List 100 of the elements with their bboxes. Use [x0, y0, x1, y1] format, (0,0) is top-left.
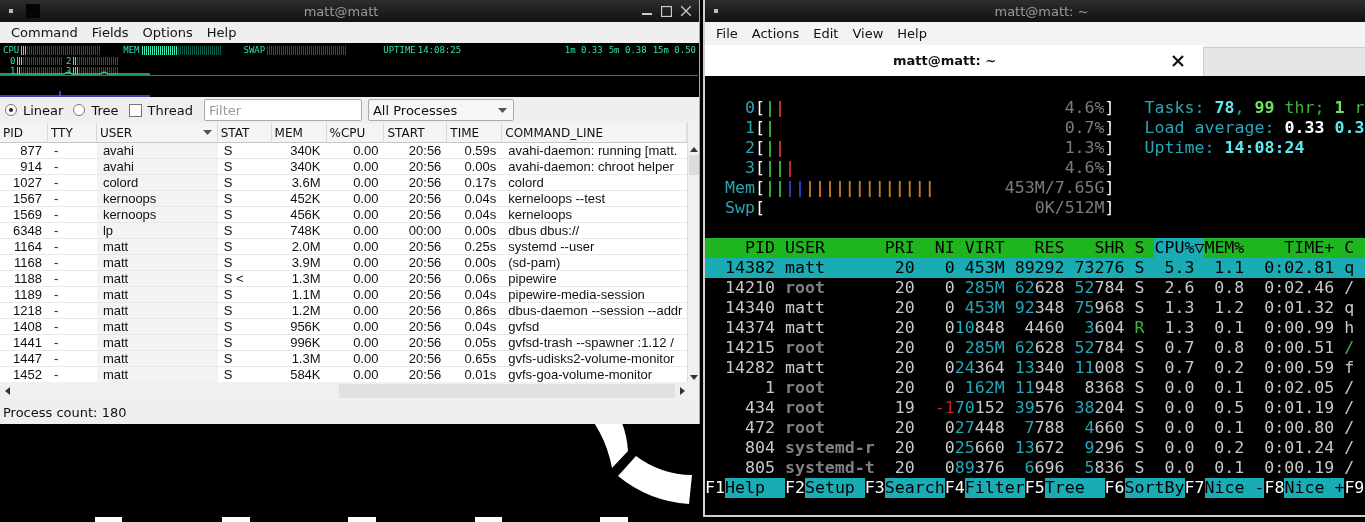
process-cell: 0:01.19 [1264, 398, 1335, 418]
table-cell-text: 0.00 [352, 207, 380, 222]
function-key-action[interactable]: Help [725, 478, 785, 498]
table-cell-text: (sd-pam) [507, 255, 562, 270]
system-summary: Load average: 0.33 0.3 [1144, 118, 1365, 138]
table-cell-text: - [52, 303, 60, 318]
menu-item[interactable]: Options [135, 25, 200, 40]
table-cell: matt [96, 239, 218, 254]
process-cell: 0:01.24 [1264, 438, 1335, 458]
meter-label: Mem [723, 178, 755, 198]
function-key-action[interactable]: Filter [964, 478, 1025, 498]
meter-bar-text: | [764, 138, 775, 158]
column-header[interactable]: USER [96, 123, 218, 142]
process-cell: 0:02.81 [1264, 258, 1335, 278]
column-header[interactable]: %CPU [326, 123, 385, 142]
function-key-action[interactable]: Tree [1044, 478, 1105, 498]
meter-bar-text: || [784, 178, 805, 198]
scroll-left-icon[interactable] [3, 386, 11, 396]
function-key-action[interactable]: Nice + [1284, 478, 1345, 498]
column-header[interactable]: MEM [271, 123, 327, 142]
process-cell-text: 14340 [723, 298, 775, 318]
process-cell-text: 0.1 [1213, 458, 1245, 478]
column-header[interactable]: NI [924, 238, 955, 258]
terminal-tab[interactable]: matt@matt: ~ [705, 45, 1203, 76]
column-header[interactable]: TIME [447, 123, 503, 142]
menu-item[interactable]: View [845, 26, 891, 41]
table-cell-text: 0.00 [352, 191, 380, 206]
maximize-icon[interactable] [661, 5, 672, 17]
table-cell-text: S [222, 303, 234, 318]
function-key-action[interactable]: Search [884, 478, 945, 498]
scroll-up-icon[interactable] [688, 145, 699, 153]
menu-item[interactable]: Help [199, 25, 244, 40]
column-header[interactable]: VIRT [954, 238, 1005, 258]
column-header[interactable]: TTY [47, 123, 97, 142]
menu-item[interactable]: Actions [744, 26, 807, 41]
function-key: F8 [1264, 478, 1285, 498]
table-cell: avahi [96, 143, 218, 158]
table-cell-text: 0.04s [463, 287, 498, 302]
thread-checkbox[interactable]: Thread [128, 102, 193, 118]
process-cell-text: 804 [743, 438, 775, 458]
process-cell: S [1134, 358, 1145, 378]
function-key-action[interactable]: Setup [804, 478, 865, 498]
process-filter-dropdown[interactable]: All Processes [367, 99, 514, 121]
process-cell: 0:00.19 [1264, 458, 1335, 478]
close-icon[interactable] [1171, 54, 1185, 68]
process-cell: 38204 [1074, 398, 1125, 418]
table-cell: matt [96, 287, 218, 302]
process-cell-text: 7788 [1023, 418, 1065, 438]
table-cell: matt [96, 303, 218, 318]
filter-field[interactable]: Filter [203, 99, 362, 121]
menu-item[interactable]: Fields [84, 25, 136, 40]
meter-bracket: ] [1104, 98, 1115, 118]
process-cell-text: 1.1 [1213, 258, 1245, 278]
function-key: F9 [1344, 478, 1365, 498]
column-header[interactable]: START [384, 123, 448, 142]
table-cell-text: - [52, 271, 60, 286]
process-cell-text: 1.3 [1163, 298, 1196, 318]
column-header[interactable]: USER [784, 238, 875, 258]
meter-bracket: [ [754, 118, 765, 138]
menu-item[interactable]: File [709, 26, 745, 41]
menu-item[interactable]: Help [890, 26, 934, 41]
process-cell-text: root [784, 398, 826, 418]
column-header[interactable]: STAT [217, 123, 272, 142]
scroll-thumb[interactable] [688, 155, 699, 175]
column-header[interactable]: RES [1014, 238, 1065, 258]
view-mode-radio[interactable]: Tree [73, 102, 119, 118]
column-header[interactable]: PID [0, 123, 48, 142]
column-header[interactable]: S [1134, 238, 1145, 258]
column-header[interactable]: PID [705, 238, 775, 258]
meter-bracket: [ [754, 178, 765, 198]
meter-value: 1.3% [1064, 138, 1105, 158]
function-key-action[interactable]: SortBy [1124, 478, 1185, 498]
process-cell: h [1344, 318, 1355, 338]
app-icon [26, 4, 40, 18]
table-cell-text: S [222, 159, 234, 174]
column-header[interactable]: C [1344, 238, 1355, 258]
table-cell-text: 20:56 [407, 351, 443, 366]
view-mode-radio[interactable]: Linear [5, 102, 64, 118]
function-key: F3 [864, 478, 885, 498]
process-cell-text: 20 [893, 418, 915, 438]
meter-bracket: ] [1104, 178, 1115, 198]
process-cell-text: 0 [943, 358, 955, 378]
column-header[interactable]: SHR [1074, 238, 1125, 258]
function-key-action[interactable]: Nice - [1204, 478, 1265, 498]
process-cell-text: 0.0 [1163, 458, 1196, 478]
process-cell-text: 20 [893, 438, 915, 458]
table-cell-text: 0.06s [463, 271, 498, 286]
process-cell-text: 805 [743, 458, 775, 478]
column-header[interactable]: TIME+ [1264, 238, 1335, 258]
process-cell-text: 0 [943, 458, 955, 478]
table-cell-text: 20:56 [407, 287, 443, 302]
core-meter [17, 57, 64, 65]
table-cell-text: 748K [289, 223, 322, 238]
table-cell: colord [96, 175, 218, 190]
menu-item[interactable]: Command [4, 25, 85, 40]
menu-item[interactable]: Edit [806, 26, 846, 41]
meter-value: 0.7% [1064, 118, 1105, 138]
column-header[interactable]: PRI [884, 238, 915, 258]
table-cell-text: S [222, 319, 234, 334]
column-header[interactable]: MEM% [1204, 238, 1245, 258]
